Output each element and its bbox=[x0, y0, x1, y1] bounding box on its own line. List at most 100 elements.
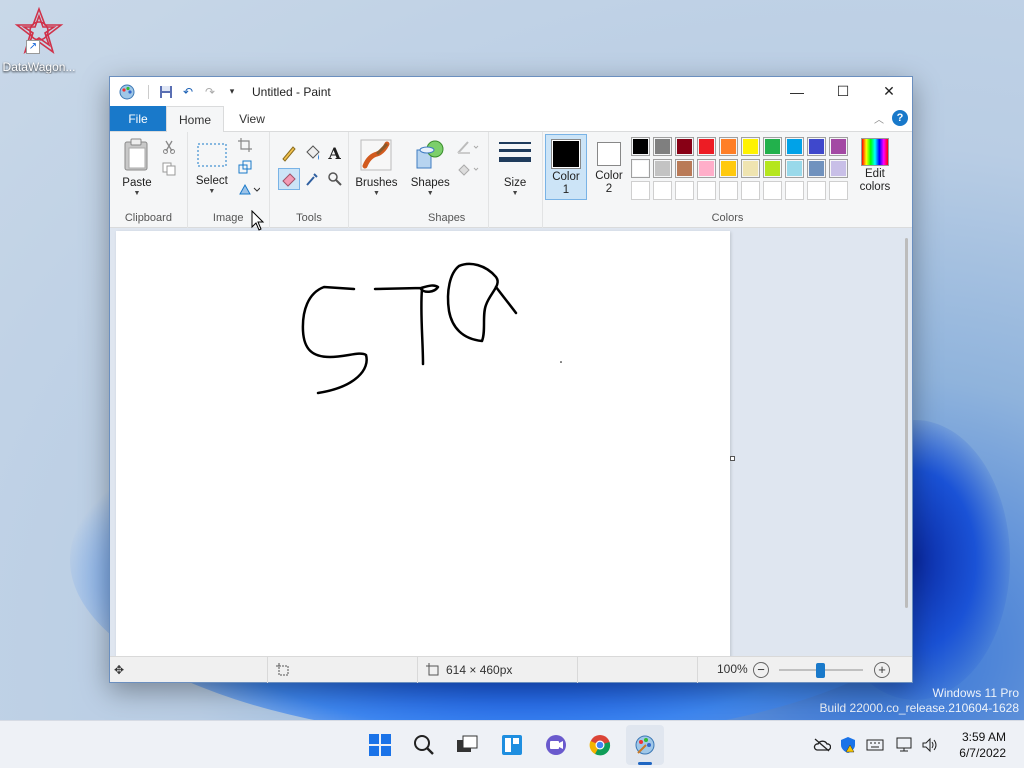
palette-swatch[interactable] bbox=[718, 137, 738, 156]
palette-custom-slot[interactable] bbox=[784, 181, 804, 200]
palette-swatch-fill bbox=[808, 139, 824, 154]
outline-icon[interactable] bbox=[455, 138, 481, 156]
network-icon[interactable] bbox=[893, 733, 917, 757]
chrome-icon[interactable] bbox=[588, 733, 612, 757]
paste-dropdown-icon[interactable]: ▼ bbox=[118, 190, 156, 197]
palette-swatch[interactable] bbox=[696, 137, 716, 156]
pencil-icon[interactable] bbox=[278, 142, 300, 164]
palette-swatch[interactable] bbox=[762, 137, 782, 156]
drawing-canvas[interactable] bbox=[116, 231, 730, 659]
paint-window: ↶ ↷ ▾ Untitled - Paint — ☐ ✕ File Home V… bbox=[109, 76, 913, 683]
widgets-icon[interactable] bbox=[500, 733, 524, 757]
shortcut-arrow-icon: ↗ bbox=[26, 40, 40, 54]
edit-colors-button[interactable]: Edit colors bbox=[853, 138, 897, 194]
zoom-slider-thumb[interactable] bbox=[816, 663, 825, 678]
palette-custom-slot[interactable] bbox=[718, 181, 738, 200]
zoom-in-icon[interactable]: + bbox=[874, 662, 890, 678]
crop-icon[interactable] bbox=[236, 136, 254, 154]
tab-file[interactable]: File bbox=[110, 106, 166, 131]
title-bar[interactable]: ↶ ↷ ▾ Untitled - Paint — ☐ ✕ bbox=[110, 77, 912, 106]
palette-swatch[interactable] bbox=[762, 159, 782, 178]
palette-swatch[interactable] bbox=[674, 137, 694, 156]
chat-icon[interactable] bbox=[544, 733, 568, 757]
palette-swatch[interactable] bbox=[630, 137, 650, 156]
vertical-scrollbar[interactable] bbox=[905, 238, 908, 608]
brushes-button[interactable]: Brushes ▼ bbox=[353, 138, 399, 197]
palette-swatch[interactable] bbox=[696, 159, 716, 178]
fill-icon[interactable] bbox=[301, 142, 323, 164]
canvas-resize-handle[interactable] bbox=[730, 456, 735, 461]
palette-custom-slot[interactable] bbox=[762, 181, 782, 200]
palette-swatch-fill bbox=[808, 161, 824, 176]
selection-size-cell bbox=[268, 656, 418, 683]
taskbar-clock[interactable]: 3:59 AM 6/7/2022 bbox=[959, 729, 1006, 761]
palette-swatch[interactable] bbox=[806, 159, 826, 178]
tab-view[interactable]: View bbox=[224, 106, 280, 131]
resize-icon[interactable] bbox=[236, 158, 254, 176]
desktop-icon-datawagon[interactable]: ↗ DataWagon... bbox=[2, 6, 76, 74]
paint-taskbar-icon[interactable] bbox=[633, 733, 657, 757]
palette-swatch[interactable] bbox=[740, 137, 760, 156]
shapes-group-label: Shapes bbox=[428, 212, 466, 224]
palette-swatch-fill bbox=[764, 161, 780, 176]
color2-button[interactable]: Color 2 bbox=[589, 134, 629, 200]
maximize-button[interactable]: ☐ bbox=[820, 77, 866, 106]
palette-swatch[interactable] bbox=[828, 159, 848, 178]
palette-swatch[interactable] bbox=[806, 137, 826, 156]
palette-custom-slot[interactable] bbox=[674, 181, 694, 200]
minimize-button[interactable]: — bbox=[774, 77, 820, 106]
palette-custom-slot[interactable] bbox=[740, 181, 760, 200]
paste-button[interactable]: Paste ▼ bbox=[118, 138, 156, 197]
palette-custom-slot[interactable] bbox=[828, 181, 848, 200]
palette-custom-slot[interactable] bbox=[652, 181, 672, 200]
palette-custom-slot[interactable] bbox=[696, 181, 716, 200]
search-icon[interactable] bbox=[412, 733, 436, 757]
security-warning-icon[interactable] bbox=[836, 733, 860, 757]
brushes-dropdown-icon[interactable]: ▼ bbox=[353, 190, 399, 197]
palette-swatch[interactable] bbox=[652, 137, 672, 156]
undo-icon[interactable]: ↶ bbox=[180, 84, 196, 100]
redo-icon[interactable]: ↷ bbox=[202, 84, 218, 100]
start-icon[interactable] bbox=[368, 733, 392, 757]
palette-custom-slot[interactable] bbox=[630, 181, 650, 200]
select-dropdown-icon[interactable]: ▼ bbox=[194, 188, 230, 195]
palette-swatch[interactable] bbox=[784, 137, 804, 156]
select-button[interactable]: Select ▼ bbox=[194, 138, 230, 195]
palette-swatch[interactable] bbox=[784, 159, 804, 178]
rotate-icon[interactable] bbox=[236, 180, 262, 198]
onedrive-offline-icon[interactable] bbox=[810, 733, 834, 757]
shapes-dropdown-icon[interactable]: ▼ bbox=[409, 190, 451, 197]
keyboard-icon[interactable] bbox=[863, 733, 887, 757]
zoom-out-icon[interactable]: − bbox=[753, 662, 769, 678]
size-dropdown-icon[interactable]: ▼ bbox=[495, 190, 535, 197]
palette-swatch[interactable] bbox=[740, 159, 760, 178]
color-picker-icon[interactable] bbox=[301, 168, 323, 190]
fill-shape-icon[interactable] bbox=[455, 160, 481, 178]
magnifier-icon[interactable] bbox=[324, 168, 346, 190]
palette-swatch[interactable] bbox=[674, 159, 694, 178]
volume-icon[interactable] bbox=[918, 733, 942, 757]
collapse-ribbon-icon[interactable]: ︿ bbox=[874, 111, 884, 126]
palette-swatch[interactable] bbox=[718, 159, 738, 178]
palette-swatch[interactable] bbox=[630, 159, 650, 178]
color1-button[interactable]: Color 1 bbox=[544, 134, 587, 200]
task-view-icon[interactable] bbox=[455, 733, 479, 757]
drawing-strokes bbox=[301, 262, 562, 395]
close-button[interactable]: ✕ bbox=[866, 77, 912, 106]
watermark-build: Build 22000.co_release.210604-1628 bbox=[819, 701, 1020, 715]
save-icon[interactable] bbox=[158, 84, 174, 100]
eraser-icon[interactable] bbox=[277, 168, 300, 190]
customize-qat-icon[interactable]: ▾ bbox=[224, 84, 240, 100]
palette-swatch[interactable] bbox=[828, 137, 848, 156]
qat-separator bbox=[148, 84, 149, 99]
help-icon[interactable]: ? bbox=[892, 110, 908, 126]
shapes-label: Shapes bbox=[410, 177, 450, 189]
cut-icon[interactable] bbox=[160, 138, 178, 156]
palette-custom-slot[interactable] bbox=[806, 181, 826, 200]
tab-home[interactable]: Home bbox=[166, 106, 224, 132]
copy-icon[interactable] bbox=[160, 160, 178, 178]
palette-swatch[interactable] bbox=[652, 159, 672, 178]
shapes-button[interactable]: Shapes ▼ bbox=[409, 138, 451, 197]
text-icon[interactable]: A bbox=[324, 142, 346, 164]
size-button[interactable]: Size ▼ bbox=[495, 138, 535, 197]
